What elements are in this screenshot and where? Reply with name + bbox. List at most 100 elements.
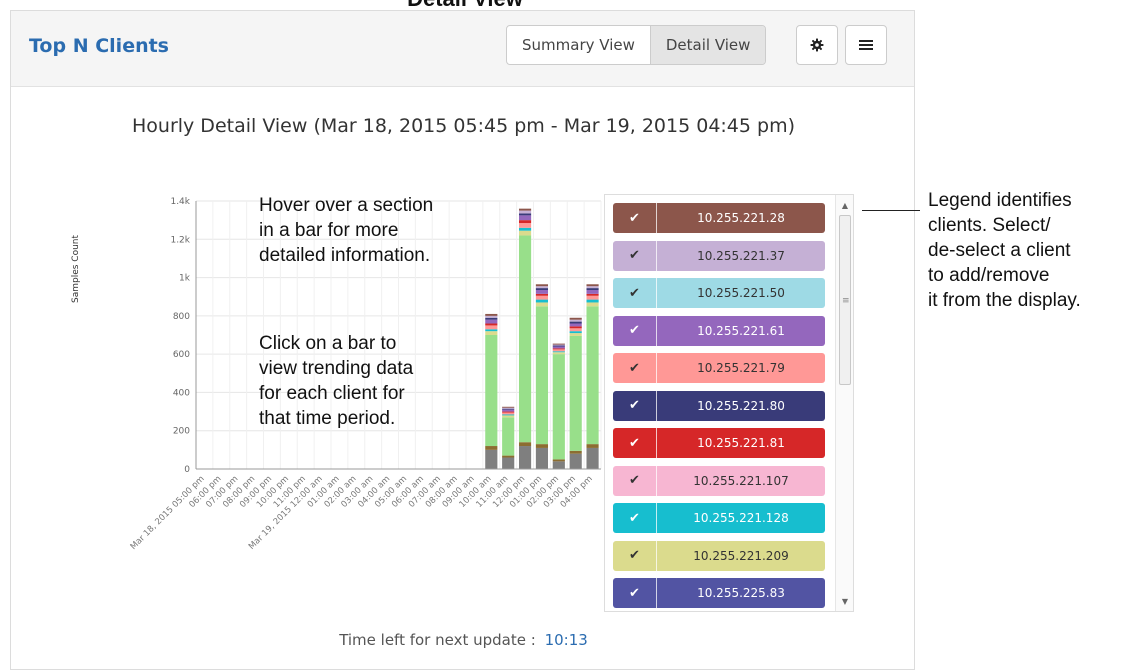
bar-segment[interactable]: [518, 235, 532, 443]
bar-segment[interactable]: [535, 299, 549, 303]
scroll-down-arrow-icon[interactable]: ▼: [836, 593, 853, 609]
bar-segment[interactable]: [569, 453, 582, 469]
bar-segment[interactable]: [552, 343, 565, 345]
bar-segment[interactable]: [535, 306, 549, 445]
bar-segment[interactable]: [552, 344, 565, 346]
bar-segment[interactable]: [502, 414, 515, 416]
bar-segment[interactable]: [485, 329, 498, 332]
bar-segment[interactable]: [502, 406, 515, 408]
bar-segment[interactable]: [518, 220, 532, 224]
scroll-up-arrow-icon[interactable]: ▲: [836, 197, 853, 213]
bar-segment[interactable]: [569, 335, 582, 451]
bar-segment[interactable]: [586, 293, 599, 296]
legend-item[interactable]: ✔ 10.255.221.80: [613, 390, 825, 421]
bar-segment[interactable]: [586, 302, 599, 307]
bar-segment[interactable]: [569, 319, 582, 322]
bar-segment[interactable]: [535, 290, 549, 294]
bar-segment[interactable]: [485, 315, 498, 318]
bar-segment[interactable]: [535, 288, 549, 291]
bar-segment[interactable]: [518, 208, 532, 211]
bar-segment[interactable]: [518, 210, 532, 214]
bar-segment[interactable]: [502, 457, 515, 469]
bar-segment[interactable]: [502, 408, 515, 410]
bar-segment[interactable]: [569, 317, 582, 320]
bar-segment[interactable]: [552, 351, 565, 353]
chart-title: Hourly Detail View (Mar 18, 2015 05:45 p…: [131, 115, 796, 137]
legend-item[interactable]: ✔ 10.255.221.28: [613, 203, 825, 233]
bar-segment[interactable]: [569, 328, 582, 332]
bar-segment[interactable]: [552, 349, 565, 352]
legend-item[interactable]: ✔ 10.255.221.209: [613, 540, 825, 571]
bar-segment[interactable]: [569, 331, 582, 334]
legend-scrollbar[interactable]: ▲ ≡ ▼: [835, 195, 853, 611]
bar-segment[interactable]: [485, 446, 498, 450]
scroll-thumb[interactable]: ≡: [839, 215, 851, 385]
bar-segment[interactable]: [586, 444, 599, 448]
bar-segment[interactable]: [485, 313, 498, 316]
bar-segment[interactable]: [552, 352, 565, 355]
legend-item[interactable]: ✔ 10.255.221.107: [613, 465, 825, 496]
bar-segment[interactable]: [552, 459, 565, 462]
legend-item[interactable]: ✔ 10.255.221.37: [613, 240, 825, 271]
bar-segment[interactable]: [518, 230, 532, 236]
bar-segment[interactable]: [535, 447, 549, 469]
bar-segment[interactable]: [569, 333, 582, 336]
bar-segment[interactable]: [518, 215, 532, 221]
bar-segment[interactable]: [535, 284, 549, 287]
bar-segment[interactable]: [552, 345, 565, 347]
bar-segment[interactable]: [485, 331, 498, 335]
bar-segment[interactable]: [502, 417, 515, 456]
bar-segment[interactable]: [518, 213, 532, 216]
legend-item[interactable]: ✔ 10.255.221.79: [613, 353, 825, 383]
bar-segment[interactable]: [586, 284, 599, 287]
bar-segment[interactable]: [518, 223, 532, 228]
bar-segment[interactable]: [518, 227, 532, 231]
bar-segment[interactable]: [586, 306, 599, 445]
detail-view-button[interactable]: Detail View: [649, 26, 766, 64]
bar-segment[interactable]: [502, 412, 515, 415]
menu-button[interactable]: [845, 25, 887, 65]
y-axis-label: Samples Count: [71, 235, 81, 303]
bar-segment[interactable]: [569, 321, 582, 324]
bar-segment[interactable]: [552, 348, 565, 350]
bar-segment[interactable]: [535, 293, 549, 296]
bar-segment[interactable]: [586, 299, 599, 303]
bar-segment[interactable]: [569, 323, 582, 327]
bar-segment[interactable]: [586, 286, 599, 289]
bar-segment[interactable]: [518, 446, 532, 469]
bar-segment[interactable]: [586, 447, 599, 469]
bar-segment[interactable]: [535, 302, 549, 307]
bar-segment[interactable]: [586, 295, 599, 300]
bar-segment[interactable]: [502, 455, 515, 458]
legend-item[interactable]: ✔ 10.255.225.83: [613, 578, 825, 608]
bar-segment[interactable]: [552, 346, 565, 349]
bar-segment[interactable]: [552, 354, 565, 460]
bar-segment[interactable]: [485, 319, 498, 324]
legend-item[interactable]: ✔ 10.255.221.50: [613, 278, 825, 308]
annotation-line: Click on a bar to: [259, 333, 397, 354]
bar-segment[interactable]: [485, 335, 498, 447]
bar-segment[interactable]: [485, 449, 498, 469]
legend-item[interactable]: ✔ 10.255.221.128: [613, 503, 825, 533]
bar-segment[interactable]: [502, 415, 515, 418]
summary-view-button[interactable]: Summary View: [507, 26, 650, 64]
legend-item[interactable]: ✔ 10.255.221.81: [613, 428, 825, 458]
bar-segment[interactable]: [569, 450, 582, 454]
legend-item-label: 10.255.225.83: [697, 586, 785, 600]
bar-segment[interactable]: [502, 411, 515, 413]
bar-segment[interactable]: [485, 317, 498, 320]
bar-segment[interactable]: [535, 286, 549, 289]
bar-segment[interactable]: [502, 407, 515, 409]
bar-segment[interactable]: [518, 442, 532, 447]
settings-button[interactable]: [796, 25, 838, 65]
legend-item[interactable]: ✔ 10.255.221.61: [613, 315, 825, 346]
bar-segment[interactable]: [569, 326, 582, 329]
bar-segment[interactable]: [586, 290, 599, 294]
bar-segment[interactable]: [586, 288, 599, 291]
bar-segment[interactable]: [502, 409, 515, 412]
bar-segment[interactable]: [485, 325, 498, 330]
bar-segment[interactable]: [552, 461, 565, 469]
bar-segment[interactable]: [535, 444, 549, 448]
bar-segment[interactable]: [535, 295, 549, 300]
bar-segment[interactable]: [485, 323, 498, 326]
